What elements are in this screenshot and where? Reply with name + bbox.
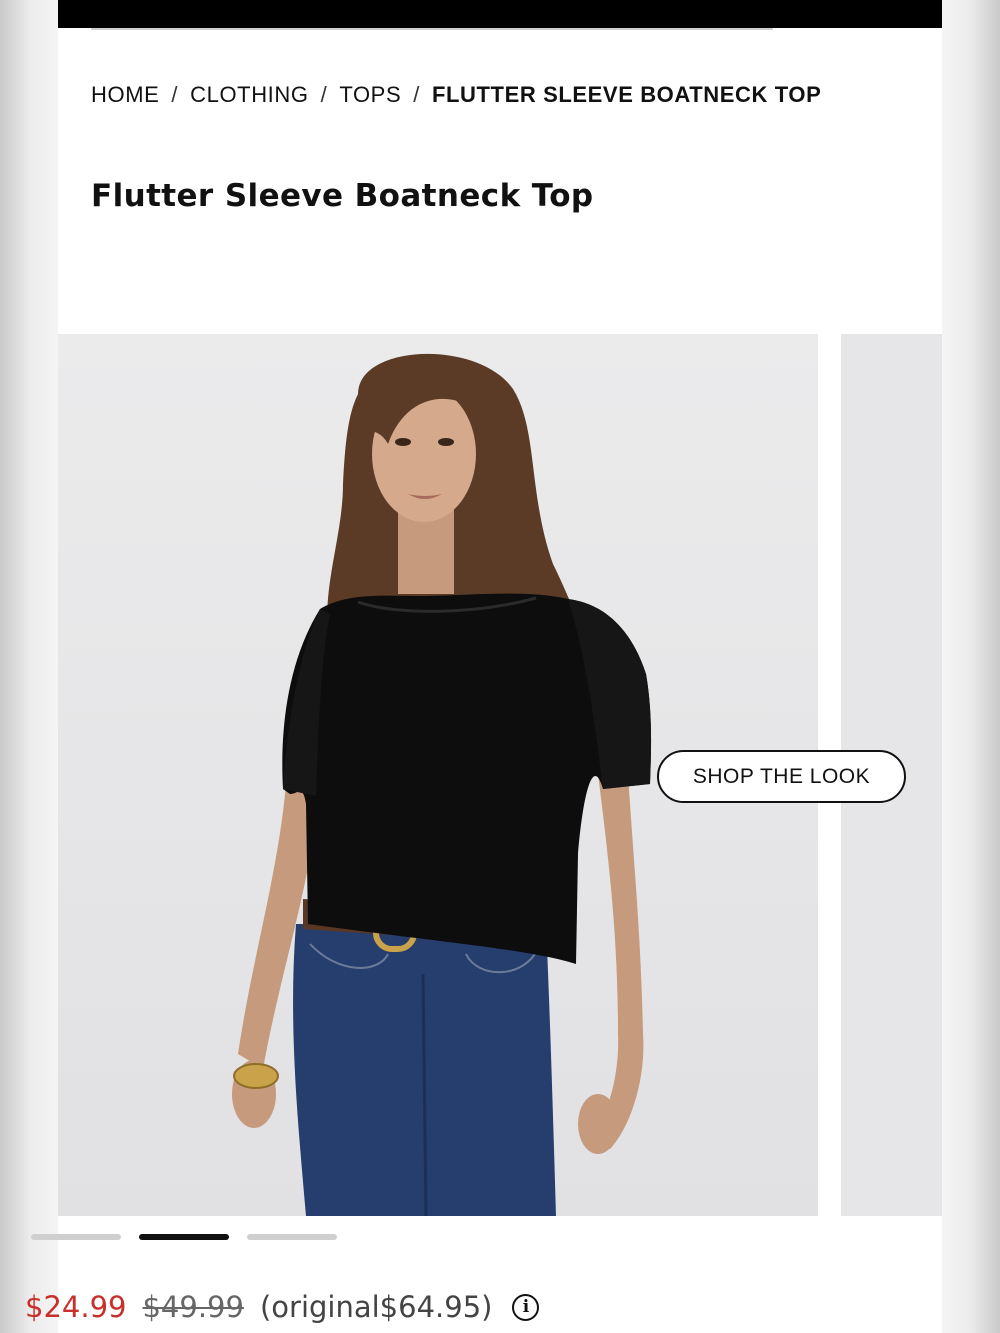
shop-the-look-button[interactable]: SHOP THE LOOK (657, 750, 906, 803)
price-row: $24.99 $49.99 (original$64.95) i (25, 1286, 540, 1328)
breadcrumb-separator: / (320, 82, 328, 107)
breadcrumb-tops[interactable]: TOPS (339, 82, 401, 108)
gallery-pagination (31, 1234, 337, 1242)
sale-price: $24.99 (25, 1290, 127, 1324)
breadcrumb-separator: / (171, 82, 179, 107)
gallery-dot-3[interactable] (247, 1234, 337, 1240)
breadcrumb-clothing[interactable]: CLOTHING (190, 82, 308, 108)
breadcrumb-current: FLUTTER SLEEVE BOATNECK TOP (431, 82, 822, 107)
top-bar (58, 0, 942, 28)
page-title: Flutter Sleeve Boatneck Top (91, 178, 594, 214)
product-page: HOME / CLOTHING / TOPS / FLUTTER SLEEVE … (58, 0, 942, 1333)
gallery-dot-2[interactable] (139, 1234, 229, 1240)
divider (91, 28, 773, 30)
breadcrumb: HOME / CLOTHING / TOPS / FLUTTER SLEEVE … (91, 80, 821, 110)
was-price: $49.99 (142, 1290, 244, 1324)
breadcrumb-separator: / (413, 82, 420, 107)
info-icon[interactable]: i (512, 1293, 540, 1321)
original-price: (original$64.95) (259, 1290, 493, 1324)
breadcrumb-home[interactable]: HOME (91, 82, 159, 108)
gallery-dot-1[interactable] (31, 1234, 121, 1240)
